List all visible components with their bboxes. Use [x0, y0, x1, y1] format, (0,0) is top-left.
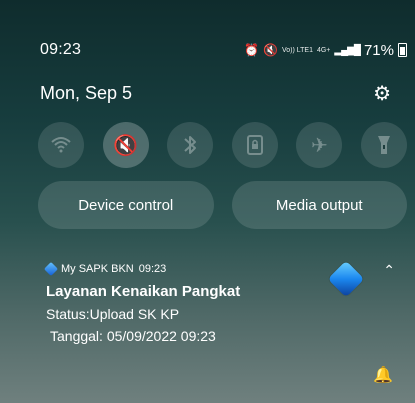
- status-bar: 09:23 ⏰ 🔇 Vo)) LTE1 4G+ ▂▄▆█ 71%: [40, 38, 407, 62]
- notification-header: My SAPK BKN 09:23: [43, 261, 167, 277]
- notification-card[interactable]: My SAPK BKN 09:23 Layanan Kenaikan Pangk…: [0, 251, 415, 403]
- notification-date-line: Tanggal: 05/09/2022 09:23: [50, 328, 216, 344]
- notification-title: Layanan Kenaikan Pangkat: [46, 283, 241, 300]
- app-icon: [43, 261, 59, 277]
- airplane-toggle[interactable]: ✈: [296, 122, 343, 168]
- battery-percentage: 71%: [363, 41, 394, 59]
- wifi-toggle[interactable]: [38, 122, 84, 168]
- gear-icon[interactable]: ⚙: [373, 81, 391, 106]
- notification-large-icon: [327, 260, 365, 298]
- notification-status-line: Status:Upload SK KP: [46, 306, 180, 322]
- signal-icon: ▂▄▆█: [334, 44, 361, 56]
- flashlight-toggle[interactable]: [360, 122, 407, 168]
- airplane-icon: ✈: [310, 134, 328, 157]
- notification-app-name: My SAPK BKN: [61, 263, 134, 275]
- portrait-lock-toggle[interactable]: [231, 122, 278, 168]
- media-output-button[interactable]: Media output: [231, 181, 407, 229]
- flashlight-icon: [377, 136, 390, 154]
- alarm-icon: ⏰: [244, 43, 260, 57]
- date-row: Mon, Sep 5 ⚙: [40, 80, 391, 106]
- quick-toggles: 🔇 ✈: [38, 122, 407, 168]
- device-control-button[interactable]: Device control: [38, 181, 214, 229]
- lock-screen-icon: [246, 135, 263, 155]
- control-row: Device control Media output: [38, 181, 407, 229]
- mute-icon: 🔇: [113, 134, 139, 157]
- quick-panel-screen: 09:23 ⏰ 🔇 Vo)) LTE1 4G+ ▂▄▆█ 71% Mon, Se…: [0, 0, 415, 403]
- status-icons: ⏰ 🔇 Vo)) LTE1 4G+ ▂▄▆█ 71%: [244, 42, 407, 59]
- status-time: 09:23: [40, 41, 82, 58]
- chevron-up-icon[interactable]: ⌃: [383, 262, 395, 279]
- network-gen: 4G+: [316, 46, 331, 54]
- mute-icon: 🔇: [263, 43, 278, 57]
- sound-toggle[interactable]: 🔇: [102, 122, 149, 168]
- network-label: Vo)) LTE1: [281, 46, 313, 54]
- battery-icon: [398, 43, 407, 57]
- wifi-icon: [51, 137, 71, 153]
- bluetooth-icon: [184, 136, 197, 154]
- notification-time: 09:23: [138, 263, 167, 275]
- notification-settings-icon[interactable]: 🔔: [373, 365, 393, 385]
- bluetooth-toggle[interactable]: [167, 122, 214, 168]
- date-text: Mon, Sep 5: [40, 82, 133, 103]
